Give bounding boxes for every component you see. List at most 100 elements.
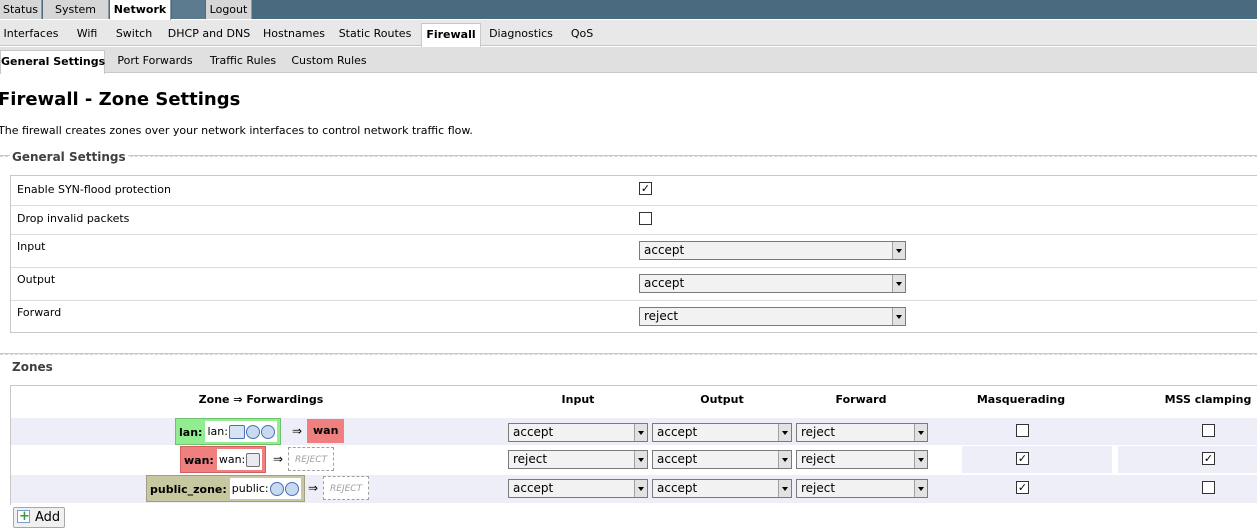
col-zone-forwardings: Zone ⇒ Forwardings [198,393,324,406]
zone-lan-masquerading-checkbox[interactable] [1016,424,1029,437]
zone-lan-iface: lan: [207,425,228,438]
output-policy-value: accept [644,276,685,290]
drop-invalid-checkbox[interactable] [639,212,652,225]
col-masquerading: Masquerading [976,393,1066,406]
tab-diagnostics[interactable]: Diagnostics [487,22,555,46]
tab-switch[interactable]: Switch [112,22,156,46]
output-policy-select[interactable]: accept [639,274,906,293]
zone-wan-name: wan: [184,454,214,467]
zone-wan-output-select[interactable]: accept [652,450,792,469]
wifi-icon [260,425,275,439]
zone-public-input-select[interactable]: accept [508,479,648,498]
zone-public-mss-checkbox[interactable] [1202,481,1215,494]
menu-status[interactable]: Status [0,0,42,19]
col-mss-clamping: MSS clamping [1164,393,1252,406]
tab-interfaces[interactable]: Interfaces [0,22,62,46]
wifi-icon [284,482,299,496]
tab-port-forwards[interactable]: Port Forwards [112,49,198,73]
zone-public-forward-target: REJECT [323,476,370,500]
zone-lan-mss-checkbox[interactable] [1202,424,1215,437]
zone-wan-masquerading-checkbox[interactable]: ✓ [1016,452,1029,465]
tab-general-settings[interactable]: General Settings [0,50,105,74]
row-output: Output accept [11,267,1257,300]
tab-static-routes[interactable]: Static Routes [336,22,414,46]
col-output: Output [700,393,744,406]
zone-lan-input-select[interactable]: accept [508,423,648,442]
output-label: Output [17,273,56,286]
zone-lan-output-select[interactable]: accept [652,423,792,442]
row-input: Input accept [11,234,1257,267]
menu-network[interactable]: Network [110,0,171,20]
tab-dhcp-dns[interactable]: DHCP and DNS [166,22,252,46]
zone-lan-input-value: accept [513,425,554,439]
tab-custom-rules[interactable]: Custom Rules [290,49,368,73]
zone-public-iface: public: [231,482,269,495]
chevron-down-icon [778,424,791,441]
chevron-down-icon [634,480,647,497]
zone-wan-forward-target: REJECT [288,447,335,471]
zone-wan-forward-select[interactable]: reject [796,450,928,469]
zone-public-networks: public: [229,478,301,499]
firewall-tabs: General Settings Port Forwards Traffic R… [0,47,1257,74]
tab-firewall[interactable]: Firewall [421,23,481,47]
zone-lan-forward-value: reject [801,425,836,439]
forward-policy-select[interactable]: reject [639,307,906,326]
tab-qos[interactable]: QoS [566,22,598,46]
menu-system[interactable]: System [43,0,109,19]
network-tabs: Interfaces Wifi Switch DHCP and DNS Host… [0,20,1257,47]
add-zone-label: Add [35,510,61,525]
zone-lan-forward-select[interactable]: reject [796,423,928,442]
chevron-down-icon [914,451,927,468]
zones-legend: Zones [10,360,55,374]
tab-traffic-rules[interactable]: Traffic Rules [206,49,280,73]
zone-lan-name: lan: [179,426,203,439]
forward-policy-value: reject [644,309,679,323]
syn-flood-checkbox[interactable]: ✓ [639,182,652,195]
col-forward: Forward [835,393,887,406]
top-menu: Status System Network Logout [0,0,1257,20]
page-description: The firewall creates zones over your net… [0,124,473,137]
row-syn-flood: Enable SYN-flood protection ✓ [11,176,1257,205]
zone-wan-iface: wan: [218,453,246,466]
zone-wan-networks: wan: [216,449,263,470]
zone-lan-output-value: accept [657,425,698,439]
forward-arrow: ⇒ [308,481,319,495]
zone-row-public: public_zone: public: ⇒ REJECT accept acce… [11,475,1257,503]
zone-wan-forward-value: reject [801,452,836,466]
forward-label: Forward [17,306,62,319]
zone-public-masquerading-checkbox[interactable]: ✓ [1016,481,1029,494]
col-input: Input [561,393,595,406]
input-policy-select[interactable]: accept [639,241,906,260]
chevron-down-icon [892,275,905,292]
ethernet-port-icon [246,453,261,467]
zone-wan-mss-checkbox[interactable]: ✓ [1202,452,1215,465]
input-label: Input [17,240,46,253]
syn-flood-label: Enable SYN-flood protection [17,183,171,196]
zone-lan-badge[interactable]: lan: lan: [175,418,281,445]
tab-wifi[interactable]: Wifi [70,22,104,46]
zone-lan-networks: lan: [205,421,277,442]
zone-public-output-select[interactable]: accept [652,479,792,498]
general-settings-box: Enable SYN-flood protection ✓ Drop inval… [10,175,1257,333]
zone-public-badge[interactable]: public_zone: public: [146,475,305,502]
add-icon [17,507,30,526]
zone-wan-badge[interactable]: wan: wan: [180,446,267,473]
zone-public-forward-select[interactable]: reject [796,479,928,498]
drop-invalid-label: Drop invalid packets [17,212,130,225]
cell-bg [962,446,1112,473]
zone-row-lan: lan: lan: ⇒ wan accept accept reject [11,418,1257,445]
general-settings-divider [0,155,1257,157]
zone-wan-input-select[interactable]: reject [508,450,648,469]
chevron-down-icon [892,242,905,259]
chevron-down-icon [778,480,791,497]
zone-public-input-value: accept [513,481,554,495]
zone-row-wan: wan: wan: ⇒ REJECT reject accept reject ✓… [11,446,1257,473]
menu-logout[interactable]: Logout [206,0,252,19]
menu-spacer [172,0,205,19]
zones-divider [0,353,1257,355]
add-zone-button[interactable]: Add [13,507,65,528]
tab-hostnames[interactable]: Hostnames [260,22,328,46]
zone-public-name: public_zone: [150,483,227,496]
network-bridge-icon [228,425,245,439]
chevron-down-icon [914,424,927,441]
